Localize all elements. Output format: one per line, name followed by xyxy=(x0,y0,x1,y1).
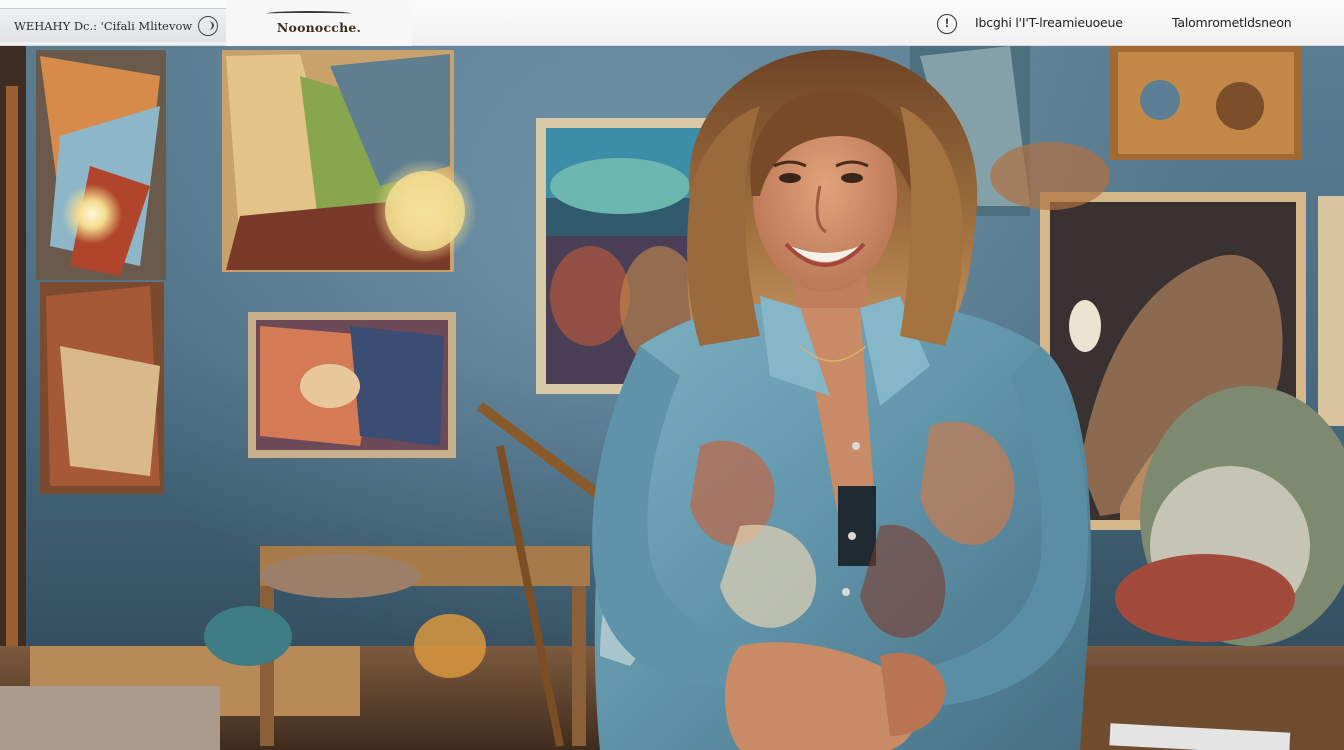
brand-text: WEHAHY Dc.: 'Cifali Mlitevow xyxy=(14,18,193,33)
brand-logo-icon xyxy=(198,15,219,36)
painting-left-lower xyxy=(40,282,164,494)
logo-text: Noonocche. xyxy=(276,20,362,35)
brand-box[interactable]: WEHAHY Dc.: 'Cifali Mlitevow xyxy=(0,8,226,42)
painting-abstract-left xyxy=(36,50,166,280)
hero-illustration xyxy=(0,46,1344,750)
painting-ornate-top-right xyxy=(1110,46,1302,160)
nav-link-2[interactable]: Talomrometldsneon xyxy=(1172,15,1292,30)
nav-link-1[interactable]: Ibcghi l'I'T-lreamieuoeue xyxy=(975,15,1123,30)
page: WEHAHY Dc.: 'Cifali Mlitevow Noonocche. … xyxy=(0,0,1344,750)
hero-scene xyxy=(0,46,1344,750)
info-icon[interactable]: ! xyxy=(937,14,957,34)
logo-swash-icon xyxy=(267,11,351,16)
site-header: WEHAHY Dc.: 'Cifali Mlitevow Noonocche. … xyxy=(0,0,1344,46)
painting-colorful-mid xyxy=(248,312,456,458)
site-logo[interactable]: Noonocche. xyxy=(226,0,412,46)
hero-image xyxy=(0,46,1344,750)
